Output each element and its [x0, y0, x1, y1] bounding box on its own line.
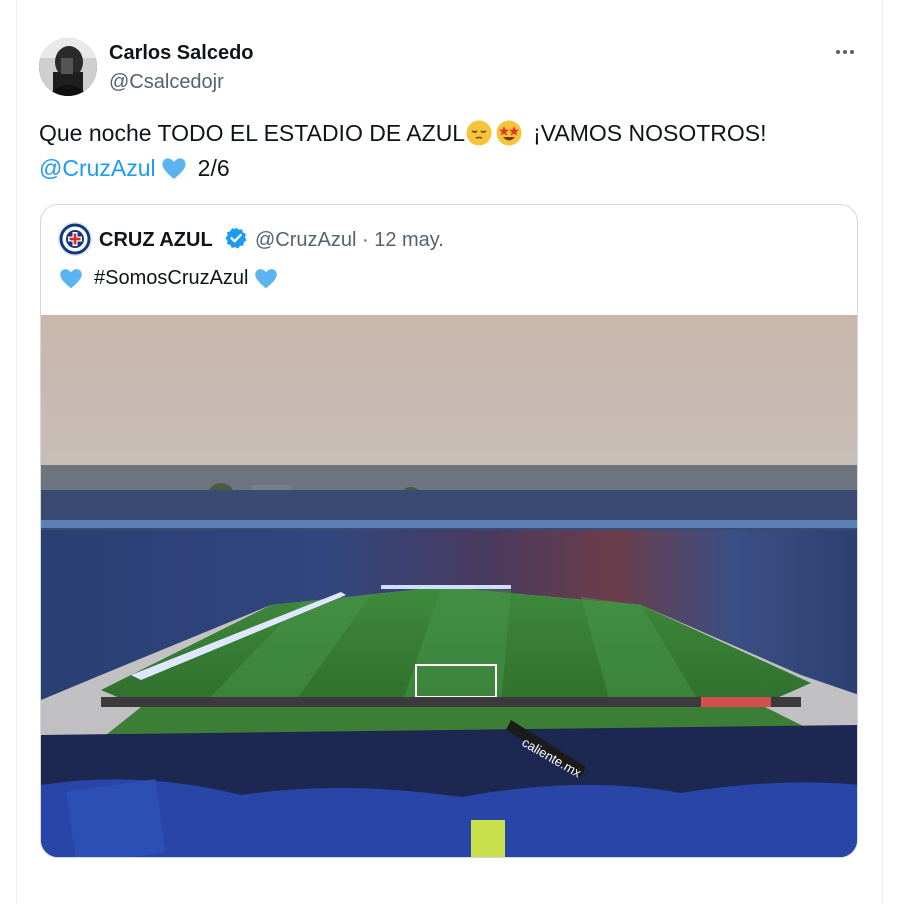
more-dot-icon — [850, 50, 854, 54]
light-blue-heart-icon — [162, 158, 186, 179]
light-blue-heart-icon — [254, 269, 277, 289]
timeline-border-left — [16, 0, 17, 904]
author-handle[interactable]: @Csalcedojr — [109, 71, 224, 94]
tweet-text-line-2: @CruzAzul 2/6 — [39, 154, 230, 182]
author-avatar[interactable] — [39, 38, 97, 96]
thread-count: 2/6 — [197, 154, 230, 181]
tweet-text-line-1: Que noche TODO EL ESTADIO DE AZUL ¡VAMOS… — [39, 119, 767, 147]
relieved-face-icon — [466, 120, 492, 146]
more-dot-icon — [843, 50, 847, 54]
author-name[interactable]: Carlos Salcedo — [109, 42, 254, 65]
star-struck-icon — [496, 120, 522, 146]
tweet-text-tail: ¡VAMOS NOSOTROS! — [533, 119, 767, 146]
stadium-photo[interactable]: caliente.mx — [41, 315, 858, 858]
quoted-tweet-card[interactable]: CRUZ AZUL @CruzAzul · 12 may. #SomosCruz… — [40, 204, 858, 858]
mention-link[interactable]: @CruzAzul — [39, 155, 156, 182]
verified-badge-icon — [225, 227, 247, 249]
more-options-button[interactable] — [830, 40, 860, 64]
quoted-author-name[interactable]: CRUZ AZUL — [99, 229, 213, 252]
timeline-border-right — [882, 0, 883, 904]
tweet-text: Que noche TODO EL ESTADIO DE AZUL — [39, 119, 466, 146]
more-dot-icon — [836, 50, 840, 54]
quoted-tweet-text: #SomosCruzAzul — [58, 265, 279, 291]
avatar-photo — [39, 38, 97, 96]
hashtag-link[interactable]: #SomosCruzAzul — [94, 267, 249, 290]
light-blue-heart-icon — [60, 269, 82, 289]
cruz-azul-logo-icon — [59, 223, 91, 255]
quoted-handle-date[interactable]: @CruzAzul · 12 may. — [255, 229, 444, 252]
quoted-author-avatar[interactable] — [58, 222, 92, 256]
